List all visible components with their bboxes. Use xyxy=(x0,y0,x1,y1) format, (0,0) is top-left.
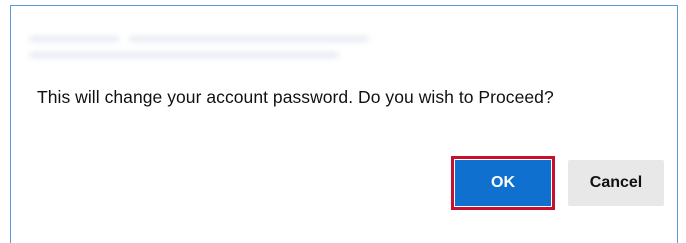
blurred-header-text xyxy=(29,32,369,62)
dialog-message: This will change your account password. … xyxy=(37,87,554,107)
cancel-button[interactable]: Cancel xyxy=(568,160,664,206)
confirm-dialog: This will change your account password. … xyxy=(10,5,678,243)
ok-button[interactable]: OK xyxy=(455,160,551,206)
